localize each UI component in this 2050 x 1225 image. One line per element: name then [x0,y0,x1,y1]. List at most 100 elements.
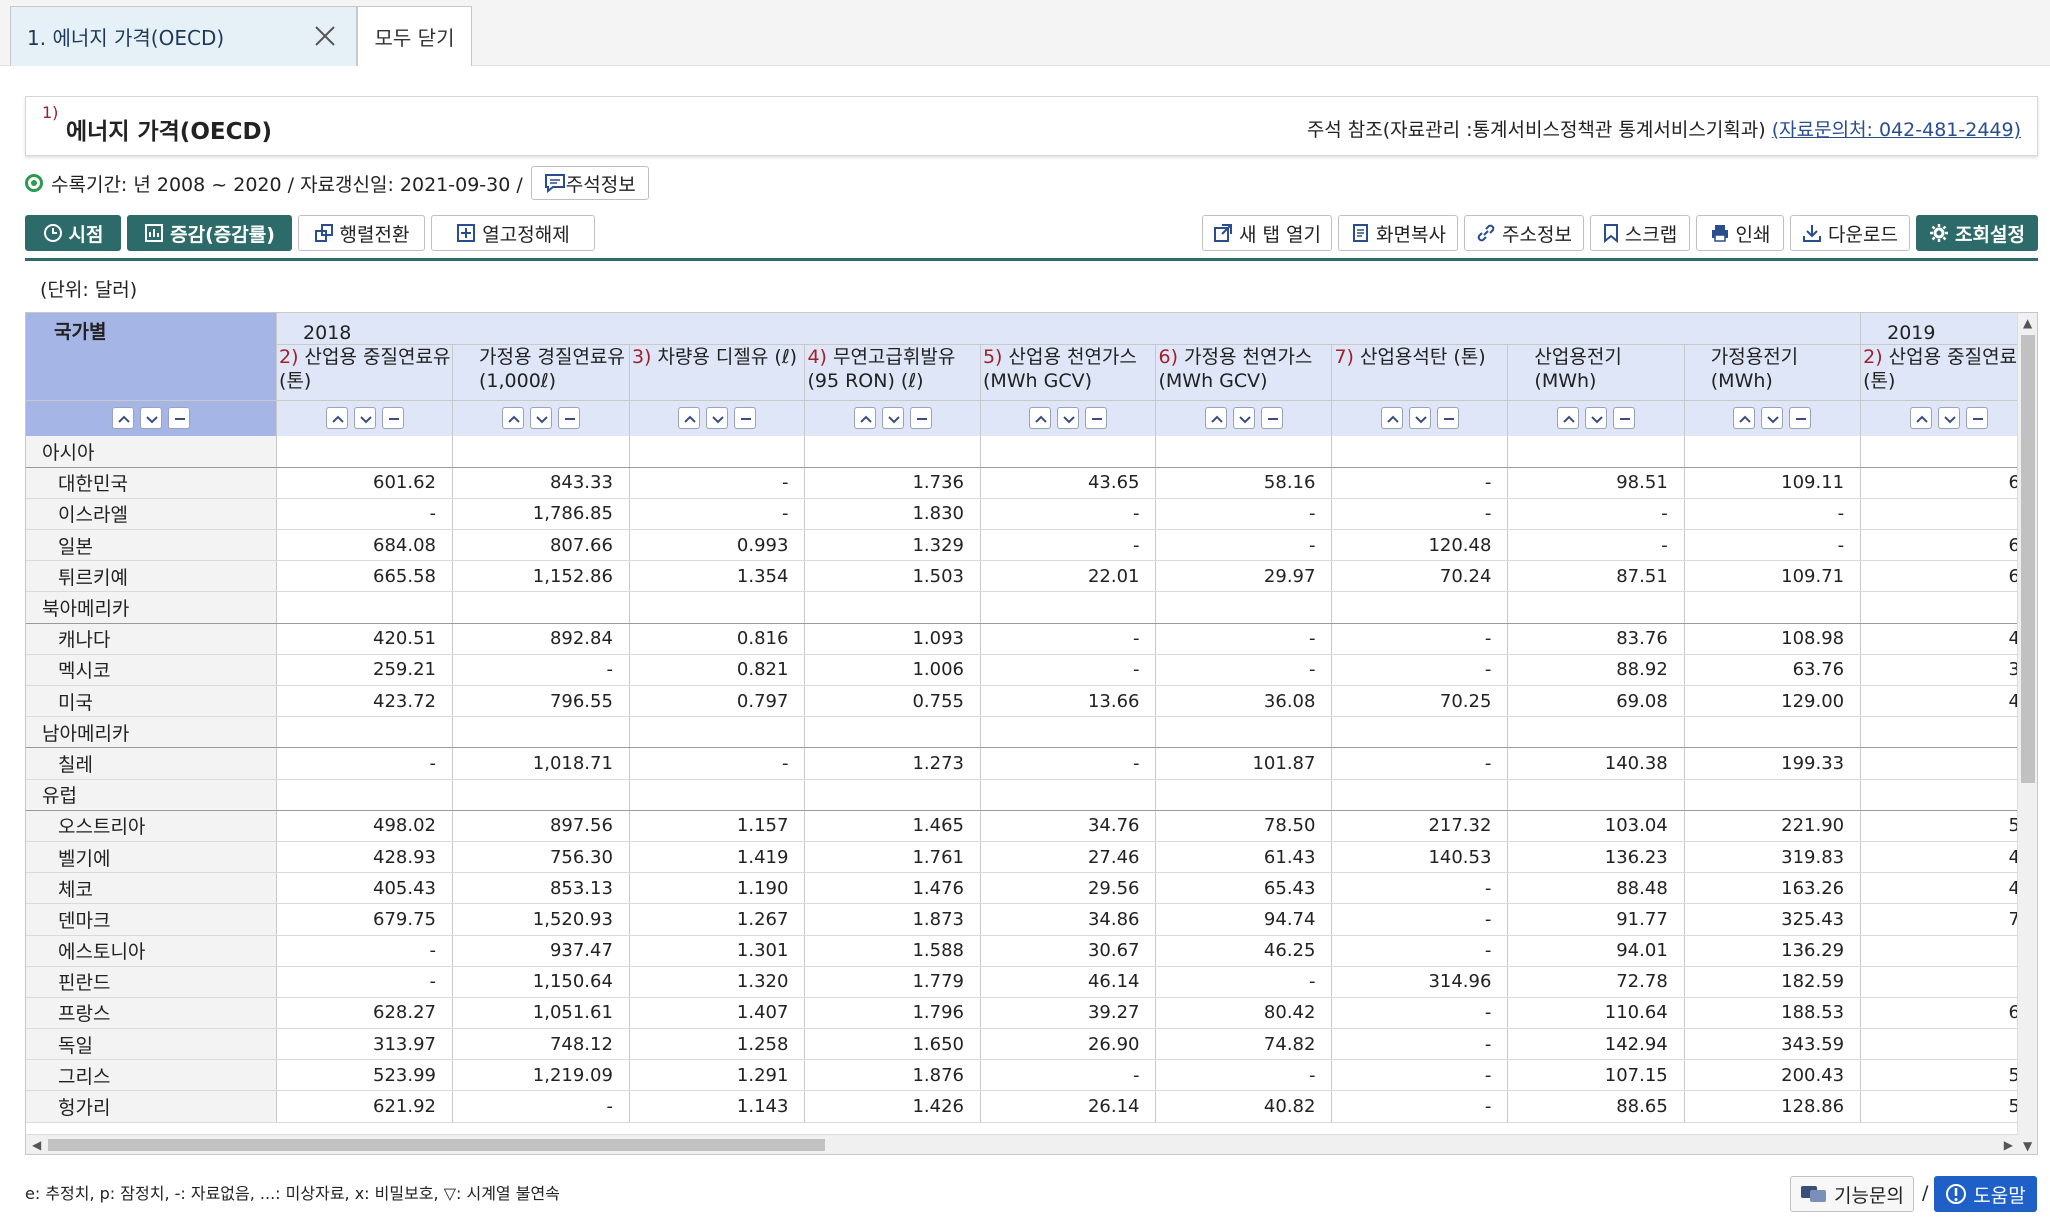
title-note-number[interactable]: 1) [42,103,58,122]
scroll-up-icon[interactable]: ▲ [2023,316,2032,330]
unfreeze-columns-button[interactable]: 열고정해제 [431,215,595,251]
vertical-scrollbar[interactable]: ▲ ▼ [2017,313,2037,1154]
table-cell: - [1507,529,1685,562]
download-button[interactable]: 다운로드 [1790,215,1910,251]
collapse-icon[interactable] [1789,407,1812,430]
sort-ascending-icon[interactable] [853,407,876,430]
table-cell: - [980,529,1157,562]
table-cell: 1.006 [804,654,981,687]
column-note-number[interactable]: 6) [1158,346,1178,368]
sort-ascending-icon[interactable] [112,407,135,430]
close-icon[interactable] [312,23,338,49]
horizontal-scrollbar[interactable]: ◀ ▶ [26,1134,2019,1154]
table-cell [980,716,1157,749]
column-note-number[interactable]: 2) [279,346,299,368]
sort-ascending-icon[interactable] [325,407,348,430]
scrap-button[interactable]: 스크랩 [1590,215,1690,251]
table-cell: - [980,623,1157,655]
vertical-scroll-thumb[interactable] [2021,335,2035,783]
collapse-icon[interactable] [1436,407,1459,430]
column-header-label: 산업용 중질연료유 (톤) [1863,345,2035,392]
table-cell: 217.32 [1331,810,1509,842]
scroll-left-icon[interactable]: ◀ [32,1138,41,1152]
sort-descending-icon[interactable] [1232,407,1255,430]
table-cell: 26.90 [980,1028,1157,1061]
new-tab-icon [1214,224,1232,242]
sort-descending-icon[interactable] [706,407,729,430]
table-cell: 61.43 [1155,841,1333,874]
sort-ascending-icon[interactable] [1909,407,1932,430]
table-group-row: 북아메리카 [26,591,2037,624]
close-all-tabs-button[interactable]: 모두 닫기 [357,6,472,66]
column-header: 산업용전기 (MWh) [1507,343,1685,400]
sort-ascending-icon[interactable] [1557,407,1580,430]
sort-ascending-icon[interactable] [1380,407,1403,430]
collapse-icon[interactable] [168,407,191,430]
scroll-down-icon[interactable]: ▼ [2023,1139,2032,1153]
sort-ascending-icon[interactable] [501,407,524,430]
screen-copy-button[interactable]: 화면복사 [1338,215,1458,251]
table-cell: 80.42 [1155,997,1333,1030]
table-cell: 70.25 [1331,685,1509,718]
collapse-icon[interactable] [557,407,580,430]
collapse-icon[interactable] [1613,407,1636,430]
sort-descending-icon[interactable] [1937,407,1960,430]
new-tab-button[interactable]: 새 탭 열기 [1202,215,1332,251]
column-note-number[interactable]: 5) [983,346,1003,368]
table-cell: - [1331,1090,1509,1123]
contact-link[interactable]: (자료문의처: 042-481-2449) [1772,119,2021,141]
table-cell: 1.796 [804,997,981,1030]
tab-energy-price[interactable]: 1. 에너지 가격(OECD) [10,6,357,66]
bookmark-icon [1603,224,1618,243]
column-note-number[interactable]: 3) [632,346,652,368]
collapse-icon[interactable] [1085,407,1108,430]
horizontal-scroll-thumb[interactable] [48,1139,825,1151]
table-cell [1860,716,2037,749]
column-note-number[interactable]: 4) [807,346,827,368]
collapse-icon[interactable] [381,407,404,430]
table-cell: 78.50 [1155,810,1333,842]
table-cell [1331,779,1509,811]
collapse-icon[interactable] [1260,407,1283,430]
feature-inquiry-button[interactable]: 기능문의 [1790,1176,1914,1212]
sort-descending-icon[interactable] [529,407,552,430]
sort-ascending-icon[interactable] [1204,407,1227,430]
column-note-number[interactable]: 7) [1334,346,1354,368]
table-cell: 188.53 [1684,997,1862,1030]
collapse-icon[interactable] [734,407,757,430]
sort-descending-icon[interactable] [140,407,163,430]
data-grid[interactable]: 국가별 2018 2019 2) 산업용 중질연료유 (톤) 가정용 경질연료유 (1,0… [25,312,2038,1155]
column-note-number[interactable]: 2) [1863,346,1883,368]
table-cell: 1.465 [804,810,981,842]
query-settings-button[interactable]: 조회설정 [1916,215,2038,251]
sort-descending-icon[interactable] [1408,407,1431,430]
collapse-icon[interactable] [909,407,932,430]
sort-descending-icon[interactable] [1057,407,1080,430]
table-cell [1155,716,1333,749]
sort-descending-icon[interactable] [1585,407,1608,430]
address-info-label: 주소정보 [1502,223,1572,246]
address-info-button[interactable]: 주소정보 [1464,215,1584,251]
scroll-right-icon[interactable]: ▶ [2004,1138,2013,1152]
table-title-box: 1) 에너지 가격(OECD) 주석 참조(자료관리 :통계서비스정책관 통계서… [25,96,2038,156]
change-rate-button[interactable]: 증감(증감률) [127,215,292,251]
note-info-button[interactable]: 주석정보 [530,166,649,200]
sort-ascending-icon[interactable] [1733,407,1756,430]
time-point-button[interactable]: 시점 [25,215,121,251]
country-label: 미국 [26,685,278,718]
collapse-icon[interactable] [1965,407,1988,430]
sort-ascending-icon[interactable] [678,407,701,430]
pivot-button[interactable]: 행렬전환 [298,215,425,251]
table-cell [804,591,981,624]
sort-descending-icon[interactable] [1761,407,1784,430]
pivot-icon [314,224,333,242]
print-button[interactable]: 인쇄 [1696,215,1784,251]
sort-descending-icon[interactable] [353,407,376,430]
column-header: 2) 산업용 중질연료유 (톤) [1860,343,2037,400]
sort-descending-icon[interactable] [881,407,904,430]
table-row: 에스토니아 -937.47 1.301 1.588 30.67 46.25-94.01 13… [26,935,2037,967]
column-sort-controls [1155,399,1333,436]
sort-ascending-icon[interactable] [1029,407,1052,430]
column-header-label: 산업용전기 (MWh) [1534,345,1622,392]
help-button[interactable]: 도움말 [1934,1176,2037,1212]
